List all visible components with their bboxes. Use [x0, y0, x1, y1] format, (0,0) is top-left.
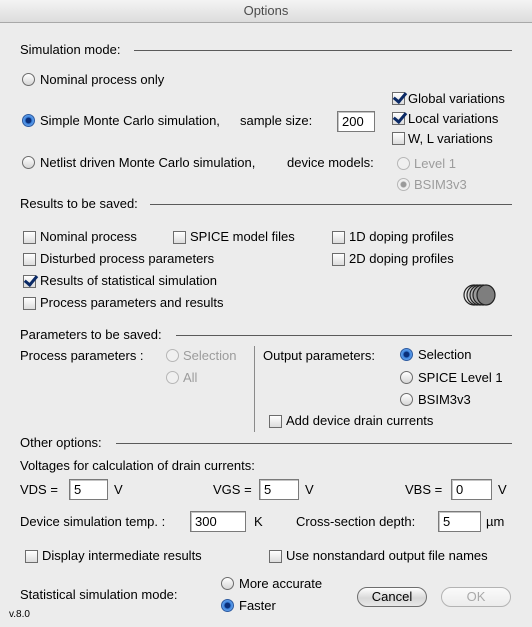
process-params-results-checkbox[interactable] [23, 297, 36, 310]
stat-mode-label: Statistical simulation mode: [20, 587, 178, 602]
statistical-results-checkbox[interactable] [23, 275, 36, 288]
nominal-process-checkbox[interactable] [23, 231, 36, 244]
results-saved-heading: Results to be saved: [20, 196, 138, 211]
nominal-only-label[interactable]: Nominal process only [40, 72, 164, 88]
process-params-selection-radio[interactable] [166, 349, 179, 362]
temp-input[interactable]: 300 [190, 511, 246, 532]
cancel-button[interactable]: Cancel [357, 587, 427, 607]
vds-unit: V [114, 482, 123, 497]
disturbed-params-label[interactable]: Disturbed process parameters [40, 251, 214, 267]
device-model-bsim-radio[interactable] [397, 178, 410, 191]
global-variations-checkbox[interactable] [392, 92, 405, 105]
vbs-unit: V [498, 482, 507, 497]
output-spice-level1-label[interactable]: SPICE Level 1 [418, 370, 503, 386]
doping-2d-checkbox[interactable] [332, 253, 345, 266]
process-params-selection-label[interactable]: Selection [183, 348, 236, 364]
results-saved-divider [150, 204, 512, 205]
other-options-heading: Other options: [20, 435, 102, 450]
output-selection-radio[interactable] [400, 348, 413, 361]
netlist-monte-carlo-label[interactable]: Netlist driven Monte Carlo simulation, [40, 155, 255, 171]
faster-radio[interactable] [221, 599, 234, 612]
wl-variations-checkbox[interactable] [392, 132, 405, 145]
add-drain-currents-checkbox[interactable] [269, 415, 282, 428]
global-variations-label[interactable]: Global variations [408, 91, 505, 107]
spice-model-files-label[interactable]: SPICE model files [190, 229, 295, 245]
output-selection-label[interactable]: Selection [418, 347, 471, 363]
simple-monte-carlo-label[interactable]: Simple Monte Carlo simulation, [40, 113, 220, 129]
vds-input[interactable]: 5 [69, 479, 108, 500]
simple-monte-carlo-radio[interactable] [22, 114, 35, 127]
disturbed-params-checkbox[interactable] [23, 253, 36, 266]
add-drain-currents-label[interactable]: Add device drain currents [286, 413, 433, 429]
statistical-results-label[interactable]: Results of statistical simulation [40, 273, 217, 289]
display-intermediate-label[interactable]: Display intermediate results [42, 548, 202, 564]
netlist-monte-carlo-radio[interactable] [22, 156, 35, 169]
simulation-mode-divider [134, 50, 512, 51]
version-label: v.8.0 [9, 609, 30, 620]
vbs-label: VBS = [405, 482, 443, 497]
doping-2d-label[interactable]: 2D doping profiles [349, 251, 454, 267]
nonstandard-names-checkbox[interactable] [269, 550, 282, 563]
device-model-bsim-label[interactable]: BSIM3v3 [414, 177, 467, 193]
local-variations-label[interactable]: Local variations [408, 111, 498, 127]
device-model-level1-label[interactable]: Level 1 [414, 156, 456, 172]
params-vertical-divider [254, 346, 255, 432]
doping-1d-label[interactable]: 1D doping profiles [349, 229, 454, 245]
process-params-results-label[interactable]: Process parameters and results [40, 295, 224, 311]
sample-size-label: sample size: [240, 113, 313, 128]
device-model-level1-radio[interactable] [397, 157, 410, 170]
display-intermediate-checkbox[interactable] [25, 550, 38, 563]
more-accurate-label[interactable]: More accurate [239, 576, 322, 592]
more-accurate-radio[interactable] [221, 577, 234, 590]
output-spice-level1-radio[interactable] [400, 371, 413, 384]
process-params-all-label[interactable]: All [183, 370, 197, 386]
output-bsim-label[interactable]: BSIM3v3 [418, 392, 471, 408]
voltages-label: Voltages for calculation of drain curren… [20, 458, 255, 473]
ok-button[interactable]: OK [441, 587, 511, 607]
busy-spinner-icon [463, 284, 496, 306]
process-params-label: Process parameters : [20, 348, 144, 363]
spice-model-files-checkbox[interactable] [173, 231, 186, 244]
wl-variations-label[interactable]: W, L variations [408, 131, 493, 147]
cross-section-label: Cross-section depth: [296, 514, 416, 529]
cross-section-unit: µm [486, 514, 505, 529]
params-saved-heading: Parameters to be saved: [20, 327, 162, 342]
output-bsim-radio[interactable] [400, 393, 413, 406]
params-saved-divider [176, 335, 512, 336]
sample-size-input[interactable]: 200 [337, 111, 375, 132]
simulation-mode-heading: Simulation mode: [20, 42, 121, 57]
vbs-input[interactable]: 0 [451, 479, 492, 500]
doping-1d-checkbox[interactable] [332, 231, 345, 244]
nonstandard-names-label[interactable]: Use nonstandard output file names [286, 548, 488, 564]
vgs-label: VGS = [213, 482, 252, 497]
window-title: Options [243, 3, 289, 18]
vds-label: VDS = [20, 482, 58, 497]
local-variations-checkbox[interactable] [392, 112, 405, 125]
device-models-label: device models: [287, 155, 374, 170]
cross-section-input[interactable]: 5 [438, 511, 481, 532]
output-params-label: Output parameters: [263, 348, 375, 363]
nominal-process-label[interactable]: Nominal process [40, 229, 137, 245]
window-titlebar: Options [0, 0, 532, 23]
vgs-input[interactable]: 5 [259, 479, 299, 500]
nominal-only-radio[interactable] [22, 73, 35, 86]
temp-unit: K [254, 514, 263, 529]
process-params-all-radio[interactable] [166, 371, 179, 384]
faster-label[interactable]: Faster [239, 598, 276, 614]
vgs-unit: V [305, 482, 314, 497]
temp-label: Device simulation temp. : [20, 514, 166, 529]
other-options-divider [116, 443, 512, 444]
